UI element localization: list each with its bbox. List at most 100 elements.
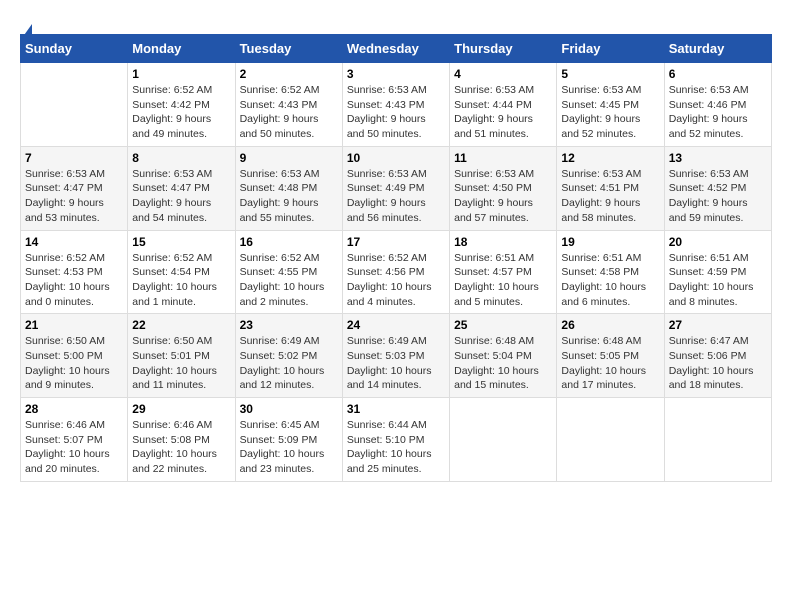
day-info: Sunrise: 6:50 AM Sunset: 5:01 PM Dayligh… — [132, 334, 230, 393]
calendar-cell: 19 Sunrise: 6:51 AM Sunset: 4:58 PM Dayli… — [557, 230, 664, 314]
calendar-header-row: SundayMondayTuesdayWednesdayThursdayFrid… — [21, 35, 772, 63]
calendar-cell: 23 Sunrise: 6:49 AM Sunset: 5:02 PM Dayli… — [235, 314, 342, 398]
calendar-cell: 17 Sunrise: 6:52 AM Sunset: 4:56 PM Dayli… — [342, 230, 449, 314]
day-info: Sunrise: 6:53 AM Sunset: 4:50 PM Dayligh… — [454, 167, 552, 226]
day-number: 3 — [347, 67, 445, 81]
day-info: Sunrise: 6:53 AM Sunset: 4:46 PM Dayligh… — [669, 83, 767, 142]
day-info: Sunrise: 6:51 AM Sunset: 4:57 PM Dayligh… — [454, 251, 552, 310]
calendar-week-row: 28 Sunrise: 6:46 AM Sunset: 5:07 PM Dayli… — [21, 398, 772, 482]
calendar-cell: 8 Sunrise: 6:53 AM Sunset: 4:47 PM Daylig… — [128, 146, 235, 230]
day-number: 1 — [132, 67, 230, 81]
day-number: 22 — [132, 318, 230, 332]
day-info: Sunrise: 6:51 AM Sunset: 4:58 PM Dayligh… — [561, 251, 659, 310]
day-info: Sunrise: 6:46 AM Sunset: 5:08 PM Dayligh… — [132, 418, 230, 477]
calendar-week-row: 14 Sunrise: 6:52 AM Sunset: 4:53 PM Dayli… — [21, 230, 772, 314]
day-number: 16 — [240, 235, 338, 249]
day-number: 25 — [454, 318, 552, 332]
day-number: 9 — [240, 151, 338, 165]
day-info: Sunrise: 6:48 AM Sunset: 5:05 PM Dayligh… — [561, 334, 659, 393]
calendar-cell — [664, 398, 771, 482]
calendar-cell: 6 Sunrise: 6:53 AM Sunset: 4:46 PM Daylig… — [664, 63, 771, 147]
day-info: Sunrise: 6:53 AM Sunset: 4:48 PM Dayligh… — [240, 167, 338, 226]
day-number: 10 — [347, 151, 445, 165]
day-of-week-header: Saturday — [664, 35, 771, 63]
calendar-week-row: 7 Sunrise: 6:53 AM Sunset: 4:47 PM Daylig… — [21, 146, 772, 230]
calendar-cell: 30 Sunrise: 6:45 AM Sunset: 5:09 PM Dayli… — [235, 398, 342, 482]
day-number: 7 — [25, 151, 123, 165]
day-info: Sunrise: 6:53 AM Sunset: 4:49 PM Dayligh… — [347, 167, 445, 226]
calendar-cell: 12Sunrise: 6:53 AM Sunset: 4:51 PM Dayli… — [557, 146, 664, 230]
day-info: Sunrise: 6:53 AM Sunset: 4:47 PM Dayligh… — [132, 167, 230, 226]
day-number: 23 — [240, 318, 338, 332]
calendar-cell: 11 Sunrise: 6:53 AM Sunset: 4:50 PM Dayli… — [450, 146, 557, 230]
calendar-cell: 10 Sunrise: 6:53 AM Sunset: 4:49 PM Dayli… — [342, 146, 449, 230]
day-info: Sunrise: 6:50 AM Sunset: 5:00 PM Dayligh… — [25, 334, 123, 393]
day-info: Sunrise: 6:52 AM Sunset: 4:53 PM Dayligh… — [25, 251, 123, 310]
day-number: 27 — [669, 318, 767, 332]
day-number: 6 — [669, 67, 767, 81]
day-info: Sunrise: 6:53 AM Sunset: 4:45 PM Dayligh… — [561, 83, 659, 142]
calendar-week-row: 1 Sunrise: 6:52 AM Sunset: 4:42 PM Daylig… — [21, 63, 772, 147]
day-of-week-header: Friday — [557, 35, 664, 63]
calendar-table: SundayMondayTuesdayWednesdayThursdayFrid… — [20, 34, 772, 482]
calendar-cell: 22 Sunrise: 6:50 AM Sunset: 5:01 PM Dayli… — [128, 314, 235, 398]
day-info: Sunrise: 6:53 AM Sunset: 4:52 PM Dayligh… — [669, 167, 767, 226]
day-info: Sunrise: 6:53 AM Sunset: 4:44 PM Dayligh… — [454, 83, 552, 142]
day-number: 15 — [132, 235, 230, 249]
day-info: Sunrise: 6:52 AM Sunset: 4:42 PM Dayligh… — [132, 83, 230, 142]
calendar-cell: 16 Sunrise: 6:52 AM Sunset: 4:55 PM Dayli… — [235, 230, 342, 314]
day-info: Sunrise: 6:48 AM Sunset: 5:04 PM Dayligh… — [454, 334, 552, 393]
day-number: 12 — [561, 151, 659, 165]
day-info: Sunrise: 6:52 AM Sunset: 4:54 PM Dayligh… — [132, 251, 230, 310]
day-number: 21 — [25, 318, 123, 332]
calendar-week-row: 21 Sunrise: 6:50 AM Sunset: 5:00 PM Dayli… — [21, 314, 772, 398]
day-of-week-header: Tuesday — [235, 35, 342, 63]
calendar-cell: 31Sunrise: 6:44 AM Sunset: 5:10 PM Dayli… — [342, 398, 449, 482]
day-number: 24 — [347, 318, 445, 332]
calendar-cell: 25 Sunrise: 6:48 AM Sunset: 5:04 PM Dayli… — [450, 314, 557, 398]
logo — [20, 24, 32, 34]
day-info: Sunrise: 6:49 AM Sunset: 5:02 PM Dayligh… — [240, 334, 338, 393]
calendar-cell: 7 Sunrise: 6:53 AM Sunset: 4:47 PM Daylig… — [21, 146, 128, 230]
calendar-cell: 20Sunrise: 6:51 AM Sunset: 4:59 PM Dayli… — [664, 230, 771, 314]
day-number: 2 — [240, 67, 338, 81]
day-number: 30 — [240, 402, 338, 416]
calendar-cell — [21, 63, 128, 147]
day-number: 26 — [561, 318, 659, 332]
day-of-week-header: Wednesday — [342, 35, 449, 63]
day-number: 28 — [25, 402, 123, 416]
day-number: 11 — [454, 151, 552, 165]
day-info: Sunrise: 6:52 AM Sunset: 4:43 PM Dayligh… — [240, 83, 338, 142]
day-info: Sunrise: 6:52 AM Sunset: 4:55 PM Dayligh… — [240, 251, 338, 310]
day-info: Sunrise: 6:49 AM Sunset: 5:03 PM Dayligh… — [347, 334, 445, 393]
calendar-cell: 26 Sunrise: 6:48 AM Sunset: 5:05 PM Dayli… — [557, 314, 664, 398]
calendar-cell: 28 Sunrise: 6:46 AM Sunset: 5:07 PM Dayli… — [21, 398, 128, 482]
calendar-cell: 29Sunrise: 6:46 AM Sunset: 5:08 PM Dayli… — [128, 398, 235, 482]
calendar-cell — [450, 398, 557, 482]
logo-triangle-icon — [22, 24, 32, 38]
day-of-week-header: Sunday — [21, 35, 128, 63]
day-info: Sunrise: 6:47 AM Sunset: 5:06 PM Dayligh… — [669, 334, 767, 393]
day-number: 5 — [561, 67, 659, 81]
day-number: 19 — [561, 235, 659, 249]
day-info: Sunrise: 6:52 AM Sunset: 4:56 PM Dayligh… — [347, 251, 445, 310]
day-of-week-header: Monday — [128, 35, 235, 63]
calendar-cell: 4Sunrise: 6:53 AM Sunset: 4:44 PM Daylig… — [450, 63, 557, 147]
day-number: 14 — [25, 235, 123, 249]
calendar-cell — [557, 398, 664, 482]
day-of-week-header: Thursday — [450, 35, 557, 63]
calendar-cell: 2 Sunrise: 6:52 AM Sunset: 4:43 PM Daylig… — [235, 63, 342, 147]
calendar-cell: 3Sunrise: 6:53 AM Sunset: 4:43 PM Daylig… — [342, 63, 449, 147]
day-info: Sunrise: 6:46 AM Sunset: 5:07 PM Dayligh… — [25, 418, 123, 477]
day-number: 8 — [132, 151, 230, 165]
calendar-cell: 21 Sunrise: 6:50 AM Sunset: 5:00 PM Dayli… — [21, 314, 128, 398]
day-number: 17 — [347, 235, 445, 249]
calendar-cell: 27 Sunrise: 6:47 AM Sunset: 5:06 PM Dayli… — [664, 314, 771, 398]
day-number: 18 — [454, 235, 552, 249]
calendar-cell: 9 Sunrise: 6:53 AM Sunset: 4:48 PM Daylig… — [235, 146, 342, 230]
calendar-cell: 14 Sunrise: 6:52 AM Sunset: 4:53 PM Dayli… — [21, 230, 128, 314]
day-info: Sunrise: 6:53 AM Sunset: 4:47 PM Dayligh… — [25, 167, 123, 226]
calendar-cell: 18 Sunrise: 6:51 AM Sunset: 4:57 PM Dayli… — [450, 230, 557, 314]
day-info: Sunrise: 6:51 AM Sunset: 4:59 PM Dayligh… — [669, 251, 767, 310]
day-info: Sunrise: 6:45 AM Sunset: 5:09 PM Dayligh… — [240, 418, 338, 477]
